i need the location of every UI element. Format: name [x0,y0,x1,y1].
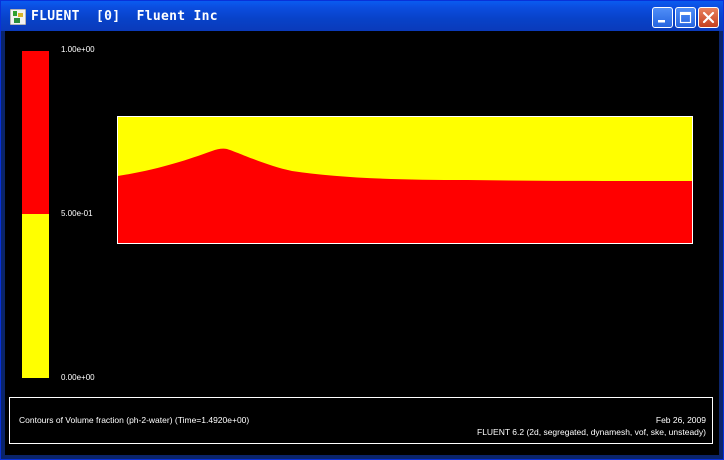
close-button[interactable] [698,7,719,28]
colorbar-label-mid: 5.00e-01 [61,209,93,218]
date-label: Feb 26, 2009 [655,415,706,425]
info-box: Contours of Volume fraction (ph-2-water)… [9,397,713,444]
version-label: FLUENT 6.2 (2d, segregated, dynamesh, vo… [477,427,706,437]
close-icon [702,11,715,24]
minimize-button[interactable] [652,7,673,28]
contour-plot [117,116,693,244]
colorbar-label-max: 1.00e+00 [61,45,95,54]
graphics-display[interactable]: 1.00e+00 5.00e-01 0.00e+00 Contours of V… [5,31,719,455]
minimize-icon [658,20,665,23]
colorbar-label-min: 0.00e+00 [61,373,95,382]
colorbar-high-band [22,51,49,214]
fluent-app-icon[interactable] [10,9,26,25]
contour-caption: Contours of Volume fraction (ph-2-water)… [19,415,250,425]
maximize-icon [679,11,692,24]
maximize-button[interactable] [675,7,696,28]
fluent-window: FLUENT [0] Fluent Inc 1.00e+00 5.00e-01 … [0,0,724,460]
title-bar[interactable]: FLUENT [0] Fluent Inc [1,1,723,31]
window-title: FLUENT [0] Fluent Inc [31,9,218,24]
colorbar-low-band [22,214,49,378]
